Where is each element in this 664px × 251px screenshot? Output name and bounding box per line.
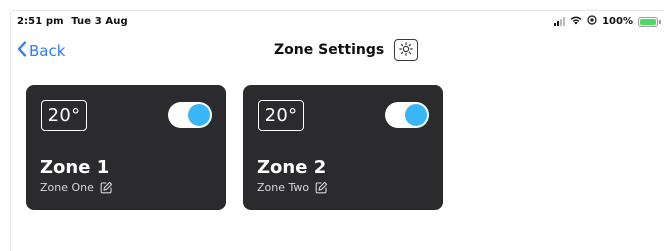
battery-percent: 100% (602, 16, 633, 27)
status-date: Tue 3 Aug (71, 16, 128, 27)
battery-icon (638, 16, 661, 27)
zone-toggle[interactable] (168, 102, 212, 128)
battery-fill (640, 18, 656, 25)
zone-card[interactable]: 20° Zone 1 Zone One (26, 85, 226, 210)
brightness-icon (399, 41, 414, 60)
edit-icon[interactable] (100, 181, 113, 194)
zone-card[interactable]: 20° Zone 2 Zone Two (243, 85, 443, 210)
status-time: 2:51 pm Tue 3 Aug (17, 16, 128, 27)
status-bar: 2:51 pm Tue 3 Aug 100% (11, 11, 664, 33)
back-button[interactable]: Back (17, 41, 65, 61)
status-icons: 100% (554, 15, 661, 28)
zone-subtitle: Zone Two (257, 181, 328, 194)
zone-description: Zone Two (257, 181, 310, 194)
chevron-left-icon (17, 41, 27, 61)
zone-name: Zone 1 (40, 157, 110, 178)
brightness-button[interactable] (394, 39, 419, 61)
status-clock: 2:51 pm (17, 16, 64, 27)
temperature-display: 20° (258, 100, 304, 131)
back-label: Back (29, 42, 66, 60)
zone-name: Zone 2 (257, 157, 327, 178)
toggle-knob (405, 104, 427, 126)
nav-title-group: Zone Settings (274, 39, 419, 61)
page-title: Zone Settings (274, 42, 385, 58)
app-screen: 2:51 pm Tue 3 Aug 100% Back Zone Setting… (10, 10, 664, 251)
zone-toggle[interactable] (385, 102, 429, 128)
nav-bar: Back Zone Settings (11, 35, 664, 65)
edit-icon[interactable] (315, 181, 328, 194)
zone-description: Zone One (40, 181, 94, 194)
wifi-icon (570, 16, 582, 28)
location-icon (587, 15, 597, 28)
signal-icon (554, 17, 566, 26)
temperature-display: 20° (41, 100, 87, 131)
zone-subtitle: Zone One (40, 181, 113, 194)
toggle-knob (188, 104, 210, 126)
